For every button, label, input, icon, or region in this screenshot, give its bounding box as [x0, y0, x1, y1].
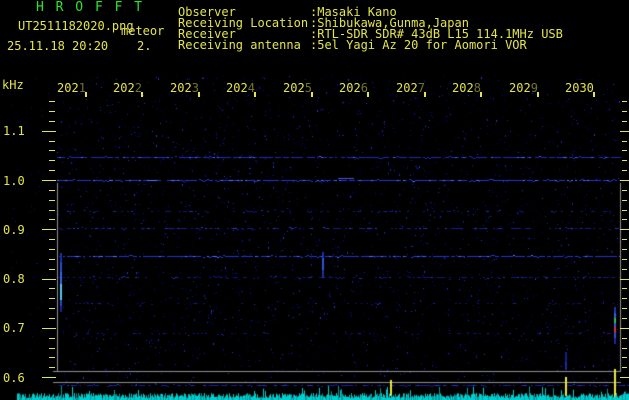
freq-minor-tick	[49, 160, 55, 161]
hrofft-window: H R O F F T UT2511182020.png meteor 25.1…	[0, 0, 629, 400]
freq-major-tick	[42, 131, 56, 132]
time-label: 2030	[565, 81, 594, 95]
freq-minor-tick	[49, 338, 55, 339]
freq-label: 1.0	[3, 174, 25, 188]
freq-minor-tick	[49, 357, 55, 358]
freq-label: 0.9	[3, 223, 25, 237]
freq-minor-tick	[622, 308, 627, 309]
freq-minor-tick	[622, 101, 627, 102]
time-label: 2024	[226, 81, 255, 95]
freq-minor-tick	[622, 200, 627, 201]
freq-minor-tick	[622, 150, 627, 151]
freq-label: 0.7	[3, 321, 25, 335]
freq-minor-tick	[622, 111, 627, 112]
freq-minor-tick	[622, 190, 627, 191]
freq-major-tick	[42, 229, 56, 230]
info-value: :5el Yagi Az 20 for Aomori VOR	[310, 38, 527, 52]
freq-major-tick	[620, 131, 629, 132]
freq-minor-tick	[49, 239, 55, 240]
time-label: 2021	[57, 81, 86, 95]
freq-minor-tick	[622, 249, 627, 250]
freq-minor-tick	[49, 219, 55, 220]
freq-major-tick	[620, 279, 629, 280]
time-label: 2026	[339, 81, 368, 95]
freq-minor-tick	[622, 141, 627, 142]
time-tick	[141, 92, 143, 97]
info-label: Receiving antenna	[178, 38, 301, 52]
time-label: 2023	[170, 81, 199, 95]
freq-minor-tick	[49, 308, 55, 309]
freq-minor-tick	[622, 348, 627, 349]
freq-minor-tick	[622, 298, 627, 299]
freq-minor-tick	[622, 170, 627, 171]
observation-name: meteor	[121, 24, 165, 38]
khz-unit-label: kHz	[2, 78, 24, 92]
freq-minor-tick	[622, 338, 627, 339]
freq-minor-tick	[622, 357, 627, 358]
spectrogram-canvas	[0, 0, 629, 400]
freq-label: 1.1	[3, 124, 25, 138]
datetime-label: 25.11.18 20:20	[7, 39, 109, 53]
time-tick	[85, 92, 87, 97]
time-tick	[198, 92, 200, 97]
freq-major-tick	[620, 180, 629, 181]
freq-minor-tick	[622, 210, 627, 211]
freq-minor-tick	[49, 288, 55, 289]
freq-minor-tick	[622, 160, 627, 161]
time-label: 2022	[113, 81, 142, 95]
freq-minor-tick	[49, 298, 55, 299]
freq-major-tick	[42, 279, 56, 280]
freq-minor-tick	[622, 239, 627, 240]
time-tick	[254, 92, 256, 97]
minute-counter: 2.	[137, 39, 152, 53]
freq-minor-tick	[49, 101, 55, 102]
freq-minor-tick	[622, 269, 627, 270]
time-tick	[424, 92, 426, 97]
time-tick	[367, 92, 369, 97]
freq-minor-tick	[622, 219, 627, 220]
freq-label: 0.6	[3, 371, 25, 385]
time-label: 2027	[396, 81, 425, 95]
freq-minor-tick	[49, 318, 55, 319]
freq-minor-tick	[49, 141, 55, 142]
time-label: 2028	[452, 81, 481, 95]
freq-minor-tick	[49, 200, 55, 201]
app-title: H R O F F T	[36, 0, 145, 15]
freq-major-tick	[42, 180, 56, 181]
freq-minor-tick	[49, 121, 55, 122]
time-tick	[311, 92, 313, 97]
freq-minor-tick	[49, 269, 55, 270]
freq-label: 0.8	[3, 272, 25, 286]
freq-minor-tick	[49, 348, 55, 349]
freq-minor-tick	[622, 121, 627, 122]
freq-major-tick	[620, 328, 629, 329]
freq-minor-tick	[622, 288, 627, 289]
freq-minor-tick	[49, 111, 55, 112]
time-label: 2025	[283, 81, 312, 95]
freq-minor-tick	[622, 367, 627, 368]
freq-minor-tick	[49, 150, 55, 151]
time-tick	[537, 92, 539, 97]
freq-major-tick	[42, 377, 56, 378]
freq-minor-tick	[49, 249, 55, 250]
freq-major-tick	[42, 328, 56, 329]
freq-major-tick	[620, 229, 629, 230]
freq-minor-tick	[49, 210, 55, 211]
freq-minor-tick	[622, 259, 627, 260]
freq-minor-tick	[622, 318, 627, 319]
freq-minor-tick	[49, 259, 55, 260]
time-tick	[480, 92, 482, 97]
freq-major-tick	[620, 377, 629, 378]
filename-label: UT2511182020.png	[18, 19, 134, 33]
time-label: 2029	[509, 81, 538, 95]
time-tick	[593, 92, 595, 97]
freq-minor-tick	[49, 367, 55, 368]
freq-minor-tick	[49, 170, 55, 171]
freq-minor-tick	[49, 190, 55, 191]
